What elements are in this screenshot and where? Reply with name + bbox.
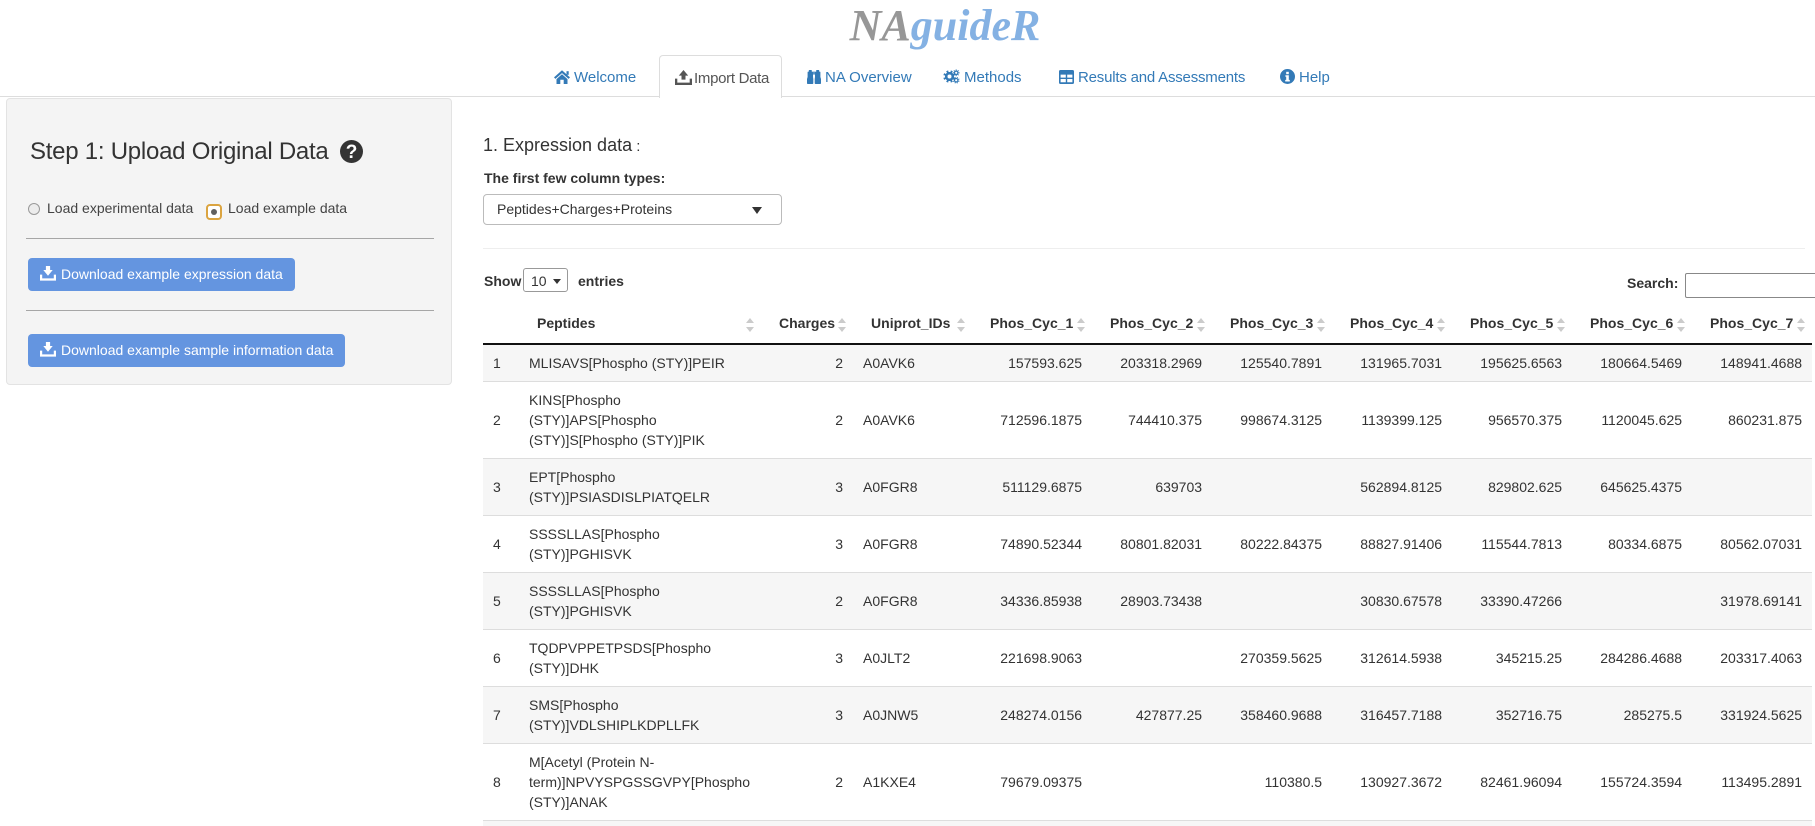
svg-text:?: ? <box>346 142 358 163</box>
